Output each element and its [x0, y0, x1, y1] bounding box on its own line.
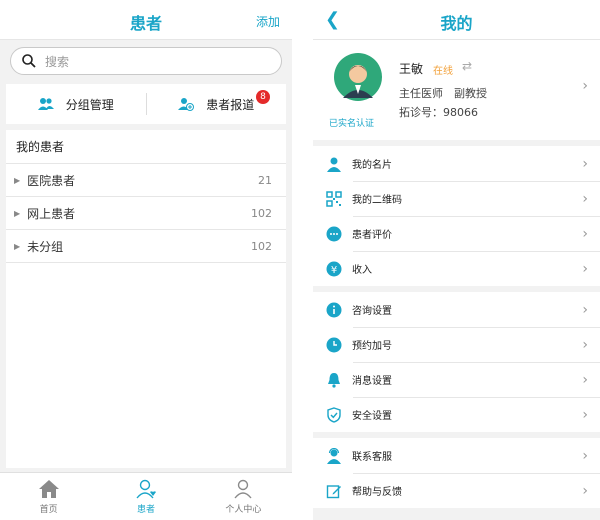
my-patients-heading: 我的患者	[6, 130, 286, 164]
list-item[interactable]: ▶ 网上患者 102	[6, 197, 286, 230]
chevron-right-icon: ›	[582, 260, 588, 277]
menu-item-security[interactable]: 安全设置 ›	[313, 397, 600, 432]
chevron-right-icon: ›	[582, 78, 588, 94]
doctor-title: 主任医师 副教授	[399, 87, 487, 100]
group-label: 医院患者	[27, 173, 76, 188]
patient-report-label: 患者报道	[206, 97, 255, 112]
caret-right-icon: ▶	[14, 175, 21, 185]
mine-screen: ❮ 我的 已实名认证 王敏 在线 ⇄ 主任医师 副教授 拓诊号：98066 ›	[313, 0, 600, 520]
chevron-right-icon: ›	[582, 336, 588, 353]
tab-home-label: 首页	[39, 504, 58, 515]
menu-label: 安全设置	[352, 411, 392, 422]
support-agent-icon	[326, 447, 342, 464]
group-count: 102	[251, 239, 272, 253]
svg-text:¥: ¥	[331, 265, 337, 276]
group-manage-label: 分组管理	[65, 97, 114, 112]
report-badge: 8	[256, 89, 270, 104]
menu-item-reviews[interactable]: 患者评价 ›	[313, 216, 600, 251]
menu-label: 联系客服	[352, 452, 392, 463]
group-label: 网上患者	[27, 206, 76, 221]
menu-item-qrcode[interactable]: 我的二维码 ›	[313, 181, 600, 216]
menu-group-settings: 咨询设置 › 预约加号 › 消息设置 › 安全设置 ›	[313, 292, 600, 432]
chevron-right-icon: ›	[582, 447, 588, 464]
search-placeholder: 搜索	[45, 54, 70, 69]
switch-icon[interactable]: ⇄	[462, 59, 472, 73]
menu-item-message-settings[interactable]: 消息设置 ›	[313, 362, 600, 397]
tab-patients[interactable]: 患者	[97, 473, 194, 520]
menu-label: 消息设置	[352, 376, 392, 387]
doctor-id: 拓诊号：98066	[399, 106, 478, 119]
list-item[interactable]: ▶ 医院患者 21	[6, 164, 286, 197]
chevron-right-icon: ›	[582, 482, 588, 499]
home-icon	[38, 479, 60, 502]
mine-header: ❮ 我的	[313, 0, 600, 40]
yen-icon: ¥	[326, 261, 342, 277]
menu-item-customer-service[interactable]: 联系客服 ›	[313, 438, 600, 473]
tab-patients-label: 患者	[136, 504, 155, 515]
add-patient-icon	[178, 96, 195, 112]
menu-label: 我的名片	[352, 160, 392, 171]
chat-bubble-icon	[326, 226, 342, 242]
group-users-icon	[37, 96, 54, 112]
chevron-right-icon: ›	[582, 155, 588, 172]
patient-group-list: 我的患者 ▶ 医院患者 21 ▶ 网上患者 102 ▶ 未分组 102	[6, 130, 286, 468]
user-icon	[232, 479, 254, 502]
patients-header: 患者 添加	[0, 0, 292, 40]
clock-icon	[326, 337, 342, 353]
menu-group-support: 联系客服 › 帮助与反馈 ›	[313, 438, 600, 508]
page-title: 我的	[440, 14, 473, 33]
chevron-right-icon: ›	[582, 301, 588, 318]
group-count: 102	[251, 206, 272, 220]
chevron-right-icon: ›	[582, 225, 588, 242]
menu-label: 咨询设置	[352, 306, 392, 317]
group-label: 未分组	[27, 239, 64, 254]
group-manage-button[interactable]: 分组管理	[6, 96, 146, 113]
profile-card[interactable]: 已实名认证 王敏 在线 ⇄ 主任医师 副教授 拓诊号：98066 ›	[313, 40, 600, 140]
chevron-right-icon: ›	[582, 371, 588, 388]
caret-right-icon: ▶	[14, 208, 21, 218]
menu-label: 收入	[352, 265, 372, 276]
menu-label: 我的二维码	[352, 195, 402, 206]
person-icon	[326, 156, 342, 172]
menu-item-income[interactable]: ¥ 收入 ›	[313, 251, 600, 286]
page-title: 患者	[129, 14, 162, 33]
online-status: 在线	[433, 66, 453, 77]
avatar[interactable]	[333, 52, 383, 106]
caret-right-icon: ▶	[14, 241, 21, 251]
menu-item-feedback[interactable]: 帮助与反馈 ›	[313, 473, 600, 508]
tab-profile-label: 个人中心	[225, 504, 262, 515]
patient-icon	[135, 479, 157, 502]
tab-profile[interactable]: 个人中心	[195, 473, 292, 520]
patients-screen: 患者 添加 搜索 分组管理 患者报道 8 我的患者 ▶ 医院患者 21 ▶ 网上…	[0, 0, 292, 520]
menu-item-card[interactable]: 我的名片 ›	[313, 146, 600, 181]
menu-item-consult-settings[interactable]: 咨询设置 ›	[313, 292, 600, 327]
menu-label: 帮助与反馈	[352, 487, 402, 498]
menu-group-profile: 我的名片 › 我的二维码 › 患者评价 › ¥ 收入 ›	[313, 146, 600, 286]
verified-label: 已实名认证	[329, 119, 375, 129]
patient-report-button[interactable]: 患者报道 8	[147, 89, 287, 113]
chevron-right-icon: ›	[582, 406, 588, 423]
menu-label: 患者评价	[352, 230, 392, 241]
add-button[interactable]: 添加	[256, 13, 280, 30]
list-item[interactable]: ▶ 未分组 102	[6, 230, 286, 263]
bell-icon	[326, 372, 342, 388]
search-icon	[21, 53, 37, 69]
menu-item-appointment[interactable]: 预约加号 ›	[313, 327, 600, 362]
doctor-name: 王敏	[399, 62, 424, 76]
qrcode-icon	[326, 190, 342, 207]
shield-icon	[326, 406, 342, 423]
tab-home[interactable]: 首页	[0, 473, 97, 520]
chevron-right-icon: ›	[582, 190, 588, 207]
info-icon	[326, 302, 342, 318]
bottom-tab-bar: 首页 患者 个人中心	[0, 472, 292, 520]
group-count: 21	[258, 173, 272, 187]
edit-icon	[326, 483, 342, 499]
search-input[interactable]: 搜索	[10, 47, 282, 75]
menu-label: 预约加号	[352, 341, 392, 352]
